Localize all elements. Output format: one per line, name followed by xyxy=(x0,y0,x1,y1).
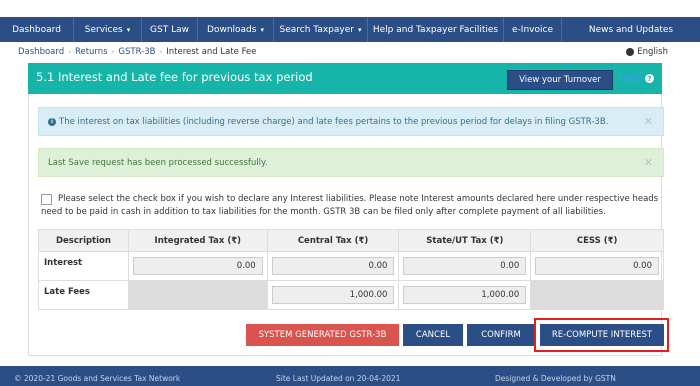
footer-designed: Designed & Developed by GSTN xyxy=(495,374,616,383)
interest-cess-input[interactable]: 0.00 xyxy=(535,257,659,275)
nav-label: Services xyxy=(84,24,123,35)
table-row: Late Fees 1,000.00 1,000.00 xyxy=(38,280,664,310)
nav-gst-law[interactable]: GST Law xyxy=(142,17,198,42)
declaration-text: Please select the check box if you wish … xyxy=(41,194,659,217)
language-label: English xyxy=(637,47,668,57)
table-cell: 0.00 xyxy=(127,251,268,281)
table-cell: 1,000.00 xyxy=(398,280,532,310)
breadcrumb-returns[interactable]: Returns xyxy=(75,47,108,57)
breadcrumb-dashboard[interactable]: Dashboard xyxy=(18,47,64,57)
row-label: Late Fees xyxy=(38,280,129,310)
success-alert-text: Last Save request has been processed suc… xyxy=(48,157,268,168)
nav-label: e-Invoice xyxy=(512,24,553,35)
table-header-row: Description Integrated Tax (₹) Central T… xyxy=(38,229,664,252)
breadcrumb-gstr3b[interactable]: GSTR-3B xyxy=(118,47,155,57)
breadcrumb-current: Interest and Late Fee xyxy=(166,47,257,57)
nav-label: Dashboard xyxy=(12,24,61,35)
system-generated-gstr3b-button[interactable]: SYSTEM GENERATED GSTR-3B xyxy=(246,324,399,346)
table-cell: 0.00 xyxy=(266,251,400,281)
declaration-checkbox[interactable] xyxy=(41,194,52,205)
table-cell: 0.00 xyxy=(530,251,664,281)
interest-integrated-input[interactable]: 0.00 xyxy=(132,257,263,275)
footer-updated: Site Last Updated on 20-04-2021 xyxy=(276,374,401,383)
column-header: Central Tax (₹) xyxy=(266,229,400,252)
row-label: Interest xyxy=(38,251,129,281)
table-row: Interest 0.00 0.00 0.00 0.00 xyxy=(38,251,664,281)
info-alert: i The interest on tax liabilities (inclu… xyxy=(38,107,664,136)
nav-services[interactable]: Services ▾ xyxy=(74,17,142,42)
footer: © 2020-21 Goods and Services Tax Network… xyxy=(0,366,700,386)
interest-state-input[interactable]: 0.00 xyxy=(403,257,527,275)
footer-copyright: © 2020-21 Goods and Services Tax Network xyxy=(14,374,181,383)
nav-dashboard[interactable]: Dashboard xyxy=(0,17,74,42)
cancel-button[interactable]: CANCEL xyxy=(403,324,463,346)
success-alert: Last Save request has been processed suc… xyxy=(38,148,664,177)
column-header: CESS (₹) xyxy=(530,229,664,252)
nav-help-taxpayer-facilities[interactable]: Help and Taxpayer Facilities xyxy=(368,17,504,42)
info-alert-text: The interest on tax liabilities (includi… xyxy=(59,116,609,127)
highlight-box xyxy=(534,318,669,352)
chevron-down-icon: ▾ xyxy=(260,25,264,34)
nav-label: Help and Taxpayer Facilities xyxy=(372,24,499,35)
nav-e-invoice[interactable]: e-Invoice xyxy=(504,17,562,42)
nav-downloads[interactable]: Downloads ▾ xyxy=(198,17,274,42)
column-header: Integrated Tax (₹) xyxy=(127,229,268,252)
help-link[interactable]: Help xyxy=(618,72,643,85)
latefee-central-input[interactable]: 1,000.00 xyxy=(271,286,395,304)
nav-label: News and Updates xyxy=(588,24,674,35)
disabled-cell xyxy=(127,280,268,310)
chevron-down-icon: ▾ xyxy=(357,25,362,34)
table-cell: 0.00 xyxy=(398,251,532,281)
disabled-cell xyxy=(530,280,664,310)
page-title: 5.1 Interest and Late fee for previous t… xyxy=(36,70,313,84)
view-turnover-button[interactable]: View your Turnover xyxy=(507,70,613,90)
close-icon[interactable]: ✕ xyxy=(644,156,653,169)
nav-label: Downloads xyxy=(207,24,257,35)
breadcrumb-separator: › xyxy=(111,48,115,56)
breadcrumb: Dashboard › Returns › GSTR-3B › Interest… xyxy=(18,47,257,57)
latefee-state-input[interactable]: 1,000.00 xyxy=(403,286,527,304)
chevron-down-icon: ▾ xyxy=(126,25,131,34)
nav-label: GST Law xyxy=(150,24,189,35)
help-icon[interactable]: ? xyxy=(645,74,654,83)
info-icon: i xyxy=(48,117,56,126)
nav-search-taxpayer[interactable]: Search Taxpayer ▾ xyxy=(274,17,368,42)
column-header: State/UT Tax (₹) xyxy=(398,229,532,252)
interest-latefee-table: Description Integrated Tax (₹) Central T… xyxy=(38,229,664,310)
nav-news-updates[interactable]: News and Updates xyxy=(562,17,700,42)
interest-central-input[interactable]: 0.00 xyxy=(271,257,395,275)
top-navbar: Dashboard Services ▾ GST Law Downloads ▾ S… xyxy=(0,17,700,42)
globe-icon xyxy=(626,48,635,56)
confirm-button[interactable]: CONFIRM xyxy=(467,324,535,346)
column-header: Description xyxy=(38,229,129,252)
breadcrumb-separator: › xyxy=(68,48,71,56)
section-header: 5.1 Interest and Late fee for previous t… xyxy=(28,63,662,94)
breadcrumb-separator: › xyxy=(159,48,163,56)
nav-label: Search Taxpayer xyxy=(279,24,354,35)
table-cell: 1,000.00 xyxy=(266,280,400,310)
language-selector[interactable]: English xyxy=(626,47,668,57)
close-icon[interactable]: ✕ xyxy=(644,115,653,128)
